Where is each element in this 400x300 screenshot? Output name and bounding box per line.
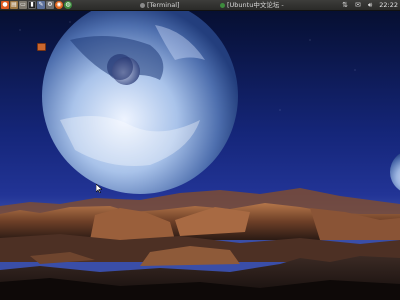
ubuntu-icon[interactable]: ● — [1, 1, 9, 9]
files-icon[interactable]: ▤ — [10, 1, 18, 9]
volume-icon[interactable]: 🔊︎ — [368, 0, 372, 10]
mouse-cursor-icon — [96, 184, 102, 193]
taskbar-item-label: [Ubuntu中文论坛 - — [227, 1, 284, 9]
taskbar-item-label: [Terminal] — [147, 1, 180, 9]
settings-icon[interactable]: ⚙ — [46, 1, 54, 9]
top-panel: ● ▤ ▭ ▮ ✎ ⚙ ◉ ◍ [Terminal] [Ubuntu中文论坛 -… — [0, 0, 400, 11]
mail-icon[interactable]: ✉ — [355, 0, 361, 10]
firefox-icon[interactable]: ◉ — [55, 1, 63, 9]
desktop-folder-icon[interactable] — [37, 43, 46, 51]
taskbar-item-browser[interactable]: [Ubuntu中文论坛 - — [220, 0, 284, 10]
chrome-icon[interactable]: ◍ — [64, 1, 72, 9]
home-folder-icon[interactable]: ▭ — [19, 1, 27, 9]
clock[interactable]: 22:22 — [379, 0, 398, 10]
editor-icon[interactable]: ✎ — [37, 1, 45, 9]
taskbar-item-terminal[interactable]: [Terminal] — [140, 0, 180, 10]
window-icon — [140, 3, 145, 8]
system-tray: ⇅ ✉ 🔊︎ 22:22 — [342, 0, 398, 10]
network-icon[interactable]: ⇅ — [342, 0, 348, 10]
launcher-bar: ● ▤ ▭ ▮ ✎ ⚙ ◉ ◍ — [1, 1, 72, 9]
terminal-icon[interactable]: ▮ — [28, 1, 36, 9]
window-icon — [220, 3, 225, 8]
desktop-wallpaper — [0, 0, 400, 300]
